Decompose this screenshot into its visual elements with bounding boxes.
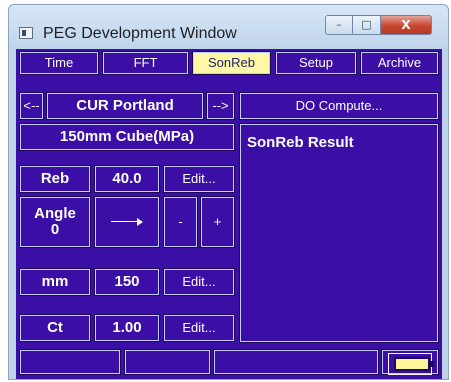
do-compute-button[interactable]: DO Compute...: [239, 92, 439, 120]
tab-setup[interactable]: Setup: [275, 51, 357, 75]
sonreb-app-panel: Time FFT SonReb Setup Archive <-- CUR Po…: [16, 49, 442, 379]
minimize-button[interactable]: –: [325, 15, 353, 35]
app-window-icon: [19, 27, 33, 39]
angle-direction-display: [94, 196, 160, 248]
tab-sonreb[interactable]: SonReb: [192, 51, 271, 75]
angle-label: Angle 0: [19, 196, 91, 248]
mm-label: mm: [19, 268, 91, 296]
reb-label: Reb: [19, 165, 91, 193]
mm-value: 150: [94, 268, 160, 296]
title-bar[interactable]: PEG Development Window – □ X: [9, 5, 448, 45]
battery-tip: [430, 361, 434, 367]
result-title: SonReb Result: [247, 134, 354, 151]
tab-fft[interactable]: FFT: [102, 51, 189, 75]
window-title: PEG Development Window: [43, 25, 237, 42]
ct-value: 1.00: [94, 314, 160, 342]
battery-status-panel: [381, 349, 439, 375]
reb-edit-button[interactable]: Edit...: [163, 165, 235, 193]
tab-time[interactable]: Time: [19, 51, 99, 75]
angle-increase-button[interactable]: +: [200, 196, 235, 248]
reb-value: 40.0: [94, 165, 160, 193]
ct-label: Ct: [19, 314, 91, 342]
battery-icon: [394, 357, 430, 371]
angle-label-line2: 0: [50, 221, 60, 238]
angle-decrease-button[interactable]: -: [163, 196, 198, 248]
ct-edit-button[interactable]: Edit...: [163, 314, 235, 342]
close-button[interactable]: X: [381, 15, 432, 35]
angle-label-line1: Angle: [34, 205, 76, 223]
previous-concrete-button[interactable]: <--: [19, 92, 44, 120]
status-segment-2: [124, 349, 211, 375]
tab-archive[interactable]: Archive: [360, 51, 439, 75]
sonreb-result-panel: SonReb Result: [239, 123, 439, 343]
status-segment-3: [213, 349, 379, 375]
status-segment-1: [19, 349, 121, 375]
mm-edit-button[interactable]: Edit...: [163, 268, 235, 296]
specimen-type-label[interactable]: 150mm Cube(MPa): [19, 123, 235, 151]
peg-development-window: PEG Development Window – □ X Time FFT So…: [8, 4, 449, 380]
maximize-button[interactable]: □: [353, 15, 381, 35]
next-concrete-button[interactable]: -->: [206, 92, 235, 120]
concrete-type-selector[interactable]: CUR Portland: [46, 92, 204, 120]
arrow-right-icon: [111, 217, 143, 227]
